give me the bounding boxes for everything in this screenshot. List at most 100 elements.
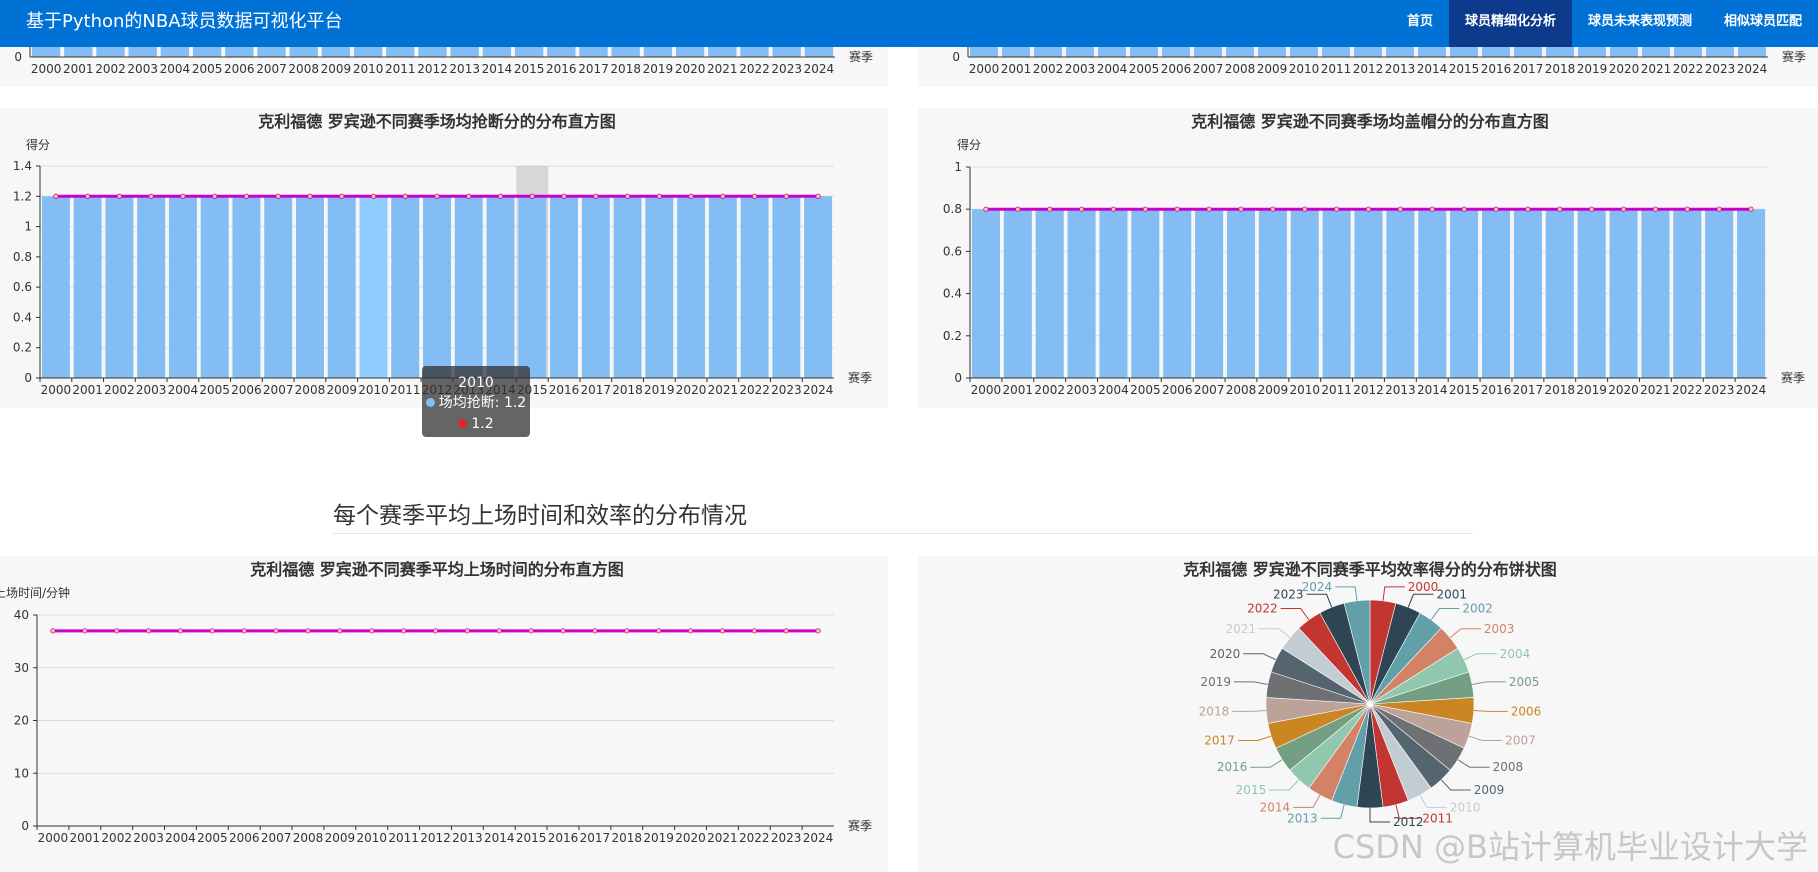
x-tick-label: 2009: [325, 831, 356, 845]
bar-2006: [232, 196, 261, 378]
bar-2019: [643, 47, 673, 57]
bar-2004: [1099, 209, 1128, 378]
minutes-chart-panel: 克利福德 罗宾逊不同赛季平均上场时间的分布直方图 上场时间/分钟 0 10 20 30 40…: [0, 556, 888, 872]
x-tick-label: 2019: [1577, 62, 1608, 76]
pie-label: 2007: [1505, 733, 1536, 747]
brand-title[interactable]: 基于Python的NBA球员数据可视化平台: [26, 0, 343, 44]
pie-label-line: [1269, 779, 1300, 791]
x-tick-label: 2019: [644, 383, 675, 397]
y-tick-label: 0.8: [13, 250, 32, 264]
y-tick-label: 0.4: [943, 287, 962, 301]
x-tick-label: 2008: [1225, 62, 1256, 76]
tooltip-series-row: 场均抢断: 1.2: [422, 393, 530, 414]
bar-2005: [1129, 47, 1159, 57]
bar-2007: [1195, 209, 1224, 378]
bar-2016: [550, 196, 579, 378]
x-tick-label: 2023: [1704, 383, 1735, 397]
pie-label-line: [1335, 586, 1358, 601]
tooltip-title: 2010: [458, 375, 494, 391]
bar-2010: [359, 196, 388, 378]
bar-2000: [971, 209, 1000, 378]
bar-2002: [96, 47, 125, 57]
bar-2004: [168, 196, 197, 378]
line-point-2018: [1557, 206, 1563, 212]
minutes-line-chart[interactable]: 克利福德 罗宾逊不同赛季平均上场时间的分布直方图上场时间/分钟 0 10 20 30 40…: [0, 556, 888, 872]
bar-2009: [327, 196, 356, 378]
x-tick-label: 2007: [1194, 383, 1225, 397]
x-tick-label: 2010: [1289, 383, 1320, 397]
x-tick-label: 2009: [321, 62, 352, 76]
x-tick-label: 2004: [168, 383, 199, 397]
nav-home[interactable]: 首页: [1391, 0, 1449, 47]
bar-2024: [1737, 209, 1766, 378]
x-tick-label: 2003: [1065, 62, 1096, 76]
bar-2001: [1003, 209, 1032, 378]
line-point-2010: [1302, 206, 1308, 212]
x-tick-label: 2012: [1353, 383, 1384, 397]
bar-2015: [518, 196, 547, 378]
line-point-2020: [688, 193, 694, 199]
pie-label-line: [1259, 628, 1291, 639]
chart-title: 克利福德 罗宾逊不同赛季平均效率得分的分布饼状图: [1183, 560, 1557, 579]
chart-title: 克利福德 罗宾逊不同赛季平均上场时间的分布直方图: [250, 560, 624, 579]
bar-2000: [41, 196, 70, 378]
x-axis-label: 赛季: [1781, 370, 1805, 385]
x-tick-label: 2010: [353, 62, 384, 76]
bar-2021: [708, 196, 737, 378]
x-tick-label: 2000: [971, 383, 1002, 397]
pie-label: 2001: [1436, 587, 1467, 601]
chart-panel-top-left-partial: 0 2000 2001 2002 2003 2004 2005 2006 2007 2008 200…: [0, 47, 888, 87]
x-tick-label: 2010: [1289, 62, 1320, 76]
line-point-2011: [1334, 206, 1340, 212]
x-tick-label: 2018: [1545, 383, 1576, 397]
bar-2023: [1705, 47, 1735, 57]
tooltip-series-label: 场均抢断: 1.2: [438, 395, 527, 411]
bar-2002: [105, 196, 134, 378]
bar-2011: [391, 196, 420, 378]
x-tick-label: 2021: [708, 383, 739, 397]
x-tick-label: 2003: [136, 383, 167, 397]
line-point-2003: [1078, 206, 1085, 212]
bar-2013: [1385, 47, 1415, 57]
pie-label: 2009: [1474, 783, 1505, 797]
pie-label: 2019: [1201, 675, 1232, 689]
pie-label: 2023: [1273, 587, 1304, 601]
bar-2000: [31, 47, 61, 57]
line-point-2015: [528, 628, 534, 634]
line-point-2019: [656, 193, 662, 199]
bar-2001: [64, 47, 93, 57]
line-point-2019: [1589, 206, 1595, 212]
nav-player-analysis[interactable]: 球员精细化分析: [1448, 0, 1572, 47]
line-point-2004: [177, 628, 184, 634]
bar-2024: [804, 47, 834, 57]
steals-histogram[interactable]: 克利福德 罗宾逊不同赛季场均抢断分的分布直方图得分 0 0.2 0.4 0.6 0.8 1 1…: [0, 108, 888, 408]
bar-2019: [1577, 47, 1607, 57]
bar-2004: [160, 47, 190, 57]
bar-2008: [1226, 209, 1256, 378]
bar-2018: [613, 196, 642, 378]
pie-label-line: [1369, 808, 1390, 823]
x-tick-label: 2003: [127, 62, 158, 76]
bar-2018: [1545, 47, 1575, 57]
blocks-histogram[interactable]: 克利福德 罗宾逊不同赛季场均盖帽分的分布直方图得分 0 0.2 0.4 0.6 0.8 1 2…: [918, 108, 1818, 408]
pie-label: 2018: [1199, 704, 1230, 718]
line-point-2012: [432, 628, 439, 634]
nav-future-prediction[interactable]: 球员未来表现预测: [1572, 0, 1708, 47]
x-tick-label: 2019: [643, 831, 674, 845]
x-tick-label: 2007: [1193, 62, 1224, 76]
x-tick-label: 2007: [261, 831, 292, 845]
x-tick-label: 2016: [1481, 62, 1512, 76]
pie-label: 2004: [1500, 647, 1531, 661]
bar-2012: [418, 47, 447, 57]
nav-similar-players[interactable]: 相似球员匹配: [1708, 0, 1818, 47]
x-tick-label: 2004: [1098, 383, 1129, 397]
x-tick-label: 2024: [1736, 383, 1767, 397]
pie-label: 2013: [1287, 811, 1318, 825]
x-tick-label: 2013: [452, 831, 483, 845]
line-point-2014: [497, 193, 504, 199]
bar-2010: [1290, 209, 1319, 378]
line-point-2003: [148, 193, 154, 199]
chart-title: 克利福德 罗宾逊不同赛季场均抢断分的分布直方图: [258, 112, 616, 131]
line-point-2009: [337, 628, 343, 634]
line-point-2001: [82, 628, 88, 634]
